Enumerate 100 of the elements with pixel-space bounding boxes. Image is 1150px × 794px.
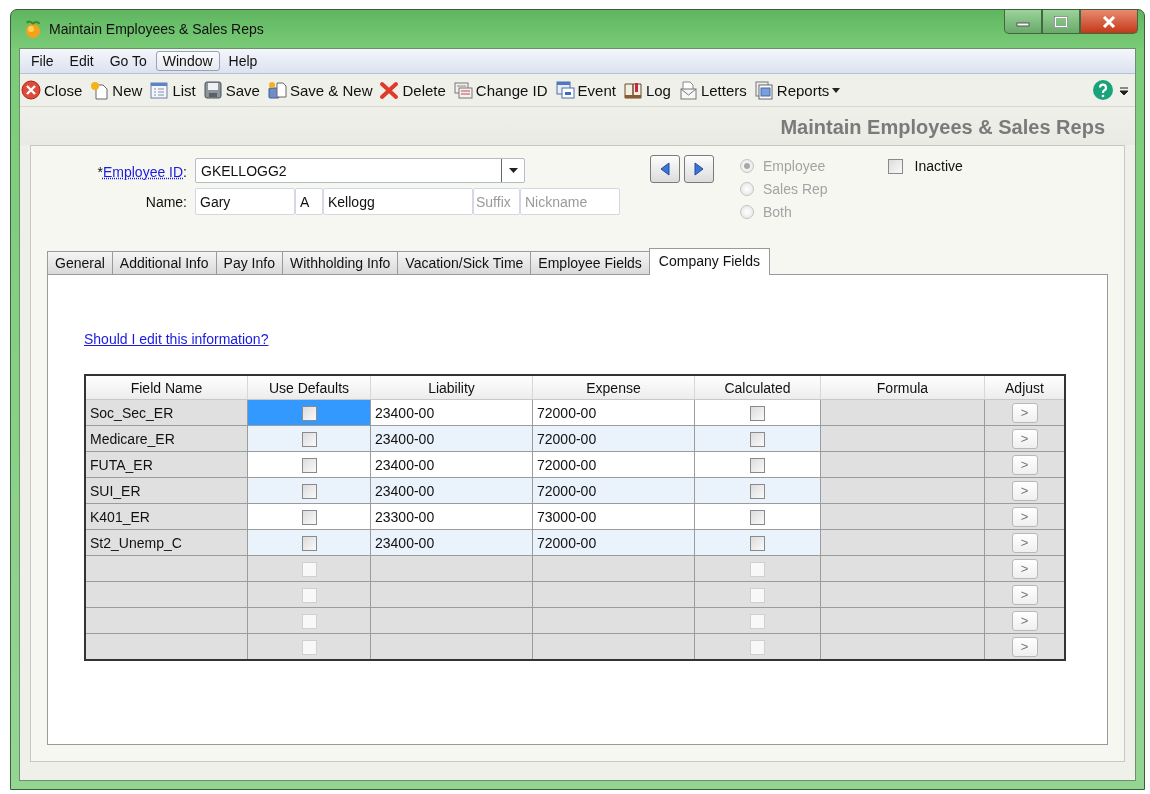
table-cell: 72000-00: [532, 425, 695, 452]
previous-button[interactable]: [650, 155, 680, 183]
required-mark: *: [97, 164, 103, 180]
tab[interactable]: Additional Info: [111, 251, 217, 274]
column-header: Calculated: [694, 375, 821, 400]
table-cell: 73000-00: [532, 503, 695, 530]
minimize-button[interactable]: [1004, 10, 1042, 34]
tab[interactable]: Pay Info: [215, 251, 283, 274]
maximize-icon: [1054, 15, 1068, 28]
delete-button[interactable]: Delete: [378, 78, 447, 102]
checkbox-label: Inactive: [914, 158, 963, 174]
checkbox[interactable]: [301, 431, 317, 447]
menu-item[interactable]: Help: [221, 51, 265, 71]
table-cell: Soc_Sec_ER: [85, 399, 248, 426]
checkbox[interactable]: [750, 561, 765, 577]
cross-icon: [379, 80, 400, 100]
checkbox[interactable]: [750, 405, 765, 421]
savenew-button[interactable]: Save & New: [265, 78, 374, 102]
table-cell: 23400-00: [370, 451, 533, 478]
save-and-new-icon: [266, 80, 287, 100]
adjust-button[interactable]: >: [1011, 402, 1038, 423]
first-name-field[interactable]: Gary: [195, 188, 295, 215]
list-button[interactable]: List: [148, 78, 197, 102]
close-icon: [1102, 15, 1116, 28]
adjust-button[interactable]: >: [1011, 454, 1038, 475]
checkbox[interactable]: [301, 639, 317, 655]
menu-item[interactable]: Go To: [102, 51, 154, 71]
adjust-button[interactable]: >: [1011, 558, 1038, 579]
next-button[interactable]: [684, 155, 714, 183]
name-label: Name:: [145, 194, 187, 210]
cards-icon: [452, 80, 473, 100]
checkbox[interactable]: [750, 535, 765, 551]
tab[interactable]: Company Fields: [648, 248, 770, 275]
column-header: Liability: [370, 375, 533, 400]
checkbox[interactable]: [750, 509, 765, 525]
letters-button[interactable]: Letters: [676, 78, 748, 102]
nickname-field[interactable]: Nickname: [520, 188, 620, 215]
tab[interactable]: Withholding Info: [281, 251, 399, 274]
last-name-field[interactable]: Kellogg: [323, 188, 473, 215]
adjust-button[interactable]: >: [1011, 428, 1038, 449]
checkbox[interactable]: [301, 535, 317, 551]
right-arrow-icon: [694, 162, 704, 176]
table-cell: 23400-00: [370, 399, 533, 426]
radio-label: Employee: [763, 158, 826, 174]
table-cell: 23400-00: [370, 529, 533, 556]
checkbox[interactable]: [301, 483, 317, 499]
label-colon: :: [183, 164, 187, 180]
new-button[interactable]: New: [88, 78, 144, 102]
maximize-button[interactable]: [1042, 10, 1080, 34]
table-cell: 72000-00: [532, 399, 695, 426]
peach-icon: [23, 19, 43, 39]
tab[interactable]: Vacation/Sick Time: [397, 251, 532, 274]
checkbox[interactable]: [750, 613, 765, 629]
column-header: Adjust: [984, 375, 1065, 400]
help-link[interactable]: Should I edit this information?: [84, 331, 269, 347]
report-pages-icon: [753, 80, 774, 100]
checkbox[interactable]: [301, 561, 317, 577]
menu-item[interactable]: Window: [155, 51, 220, 71]
page-heading: Maintain Employees & Sales Reps: [780, 116, 1105, 139]
dropdown-arrow-icon: [508, 168, 518, 173]
checkbox[interactable]: [301, 613, 317, 629]
checkbox[interactable]: [750, 639, 765, 655]
checkbox[interactable]: [301, 587, 317, 603]
close-icon: [21, 80, 41, 100]
checkbox[interactable]: [750, 587, 765, 603]
table-cell: 72000-00: [532, 477, 695, 504]
help-icon[interactable]: [1092, 79, 1114, 101]
checkbox[interactable]: [750, 483, 765, 499]
table-cell: St2_Unemp_C: [85, 529, 248, 556]
close-button[interactable]: [1080, 10, 1138, 34]
adjust-button[interactable]: >: [1011, 584, 1038, 605]
suffix-field[interactable]: Suffix: [473, 188, 520, 215]
menu-item[interactable]: Edit: [62, 51, 101, 71]
middle-initial-field[interactable]: A: [295, 188, 323, 215]
adjust-button[interactable]: >: [1011, 610, 1038, 631]
calendar-window-icon: [554, 80, 575, 100]
adjust-button[interactable]: >: [1011, 480, 1038, 501]
adjust-button[interactable]: >: [1011, 532, 1038, 553]
table-cell: 23400-00: [370, 477, 533, 504]
checkbox[interactable]: [301, 457, 317, 473]
close-button[interactable]: Close: [20, 78, 84, 102]
reports-button[interactable]: Reports: [752, 78, 842, 102]
tab[interactable]: General: [47, 251, 113, 274]
changeid-button[interactable]: Change ID: [451, 78, 549, 102]
adjust-button[interactable]: >: [1011, 506, 1038, 527]
checkbox[interactable]: [301, 405, 317, 421]
book-icon: [622, 80, 643, 100]
tab[interactable]: Employee Fields: [530, 251, 650, 274]
menu-item[interactable]: File: [24, 51, 61, 71]
log-button[interactable]: Log: [621, 78, 672, 102]
employee-id-dropdown[interactable]: GKELLOGG2: [195, 158, 525, 183]
adjust-button[interactable]: >: [1011, 636, 1038, 657]
checkbox[interactable]: [887, 158, 903, 174]
column-header: Expense: [532, 375, 695, 400]
checkbox[interactable]: [301, 509, 317, 525]
checkbox[interactable]: [750, 457, 765, 473]
checkbox[interactable]: [750, 431, 765, 447]
event-button[interactable]: Event: [553, 78, 617, 102]
save-button[interactable]: Save: [201, 78, 261, 102]
table-cell: FUTA_ER: [85, 451, 248, 478]
